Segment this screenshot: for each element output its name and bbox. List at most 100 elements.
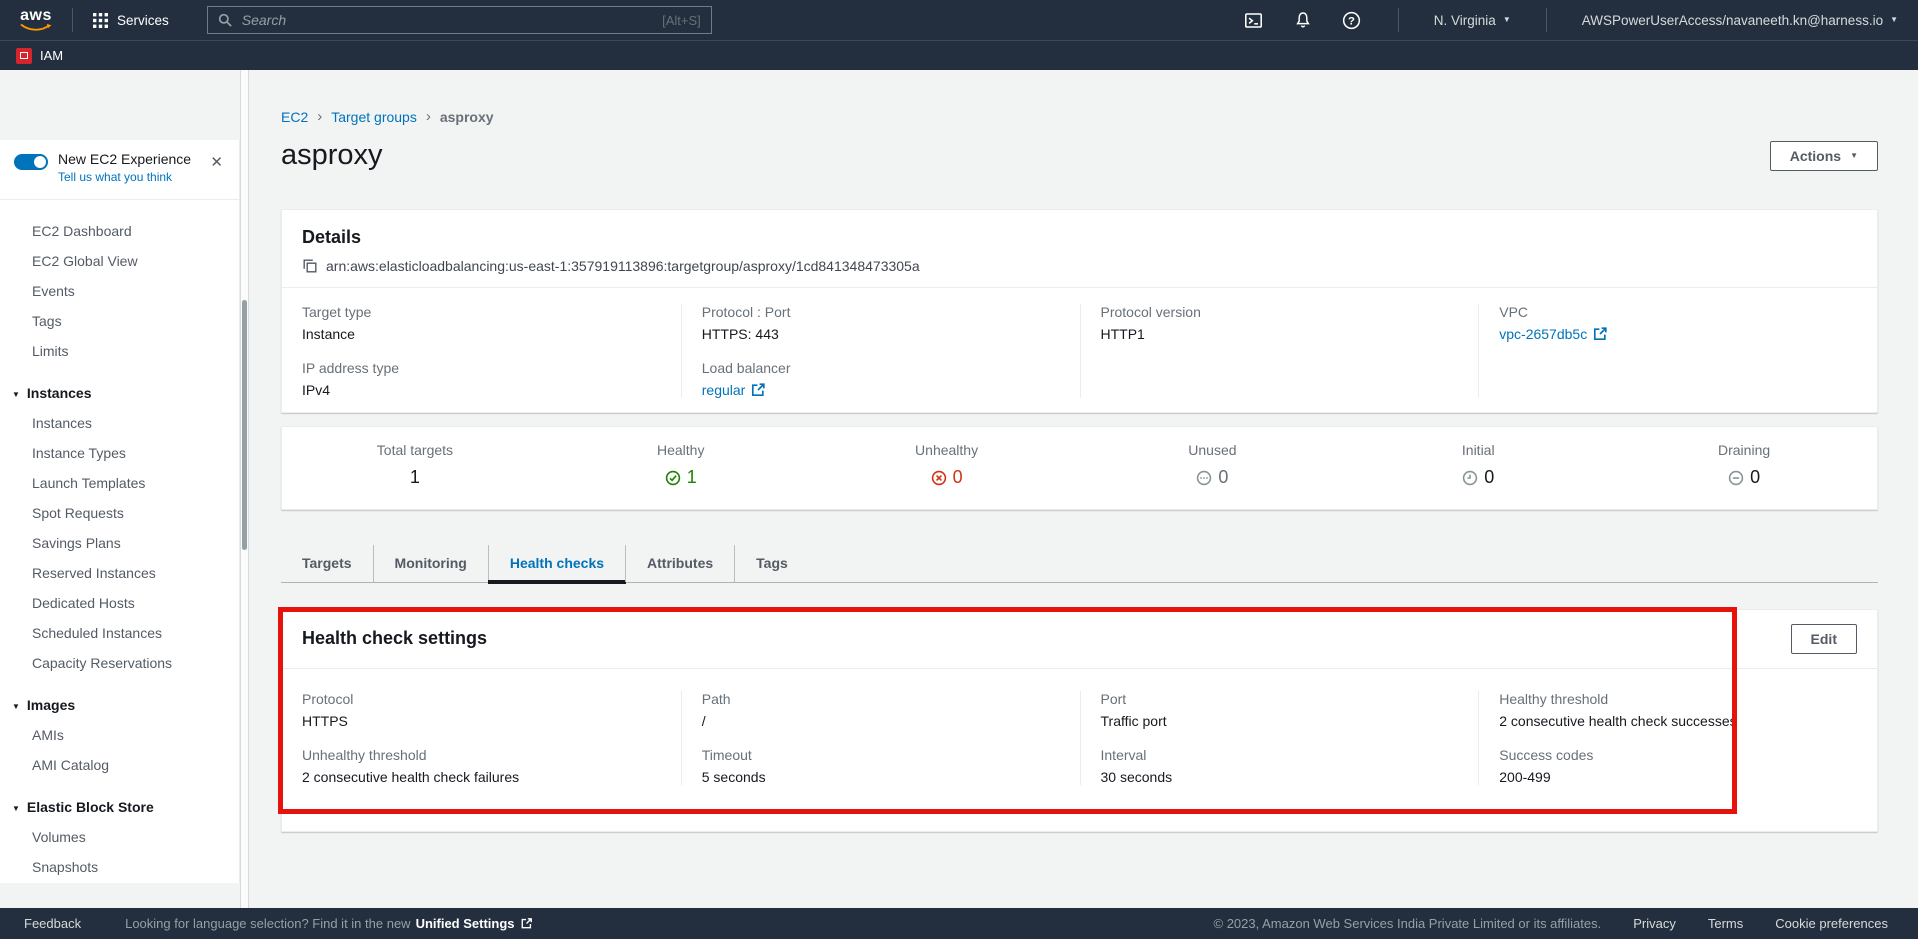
- breadcrumb-current: asproxy: [440, 109, 494, 125]
- field-label: Healthy threshold: [1499, 691, 1857, 707]
- sidebar-item-dedicated-hosts[interactable]: Dedicated Hosts: [0, 588, 239, 618]
- help-button[interactable]: ?: [1335, 7, 1369, 33]
- tab-monitoring[interactable]: Monitoring: [373, 545, 488, 582]
- ellipsis-circle-icon: [1196, 470, 1212, 486]
- hc-path-value: /: [702, 713, 1060, 729]
- sidebar-item-launch-templates[interactable]: Launch Templates: [0, 468, 239, 498]
- clock-icon: [1462, 470, 1478, 486]
- actions-button[interactable]: Actions ▼: [1770, 141, 1878, 171]
- new-experience-toggle[interactable]: [14, 154, 48, 170]
- caret-down-icon: ▼: [1850, 152, 1858, 160]
- tab-health-checks[interactable]: Health checks: [488, 545, 625, 582]
- privacy-link[interactable]: Privacy: [1633, 916, 1676, 931]
- vpc-link[interactable]: vpc-2657db5c: [1499, 326, 1857, 342]
- hc-timeout-value: 5 seconds: [702, 769, 1060, 785]
- cloudshell-icon: [1244, 11, 1263, 30]
- stat-total-targets: Total targets 1: [282, 442, 548, 491]
- hc-port-value: Traffic port: [1101, 713, 1459, 729]
- health-check-settings-card: Health check settings Edit ProtocolHTTPS…: [281, 609, 1878, 832]
- sidebar-item-capacity-reservations[interactable]: Capacity Reservations: [0, 648, 239, 678]
- new-experience-panel: New EC2 Experience Tell us what you thin…: [0, 140, 239, 200]
- sidebar-item-reserved-instances[interactable]: Reserved Instances: [0, 558, 239, 588]
- sidebar-item-savings-plans[interactable]: Savings Plans: [0, 528, 239, 558]
- sidebar-item-volumes[interactable]: Volumes: [0, 822, 239, 852]
- tab-targets[interactable]: Targets: [281, 545, 373, 582]
- field-label: VPC: [1499, 304, 1857, 320]
- favorites-bar: IAM: [0, 40, 1918, 70]
- check-circle-icon: [665, 470, 681, 486]
- bell-icon: [1294, 11, 1312, 29]
- sidebar: New EC2 Experience Tell us what you thin…: [0, 70, 240, 908]
- details-card: Details arn:aws:elasticloadbalancing:us-…: [281, 209, 1878, 413]
- aws-logo[interactable]: aws: [14, 9, 58, 32]
- edit-button[interactable]: Edit: [1791, 624, 1857, 654]
- sidebar-section-images[interactable]: ▼Images: [0, 690, 239, 720]
- field-label: Load balancer: [702, 360, 1060, 376]
- cloudshell-button[interactable]: [1237, 7, 1271, 33]
- stat-draining: Draining 0: [1611, 442, 1877, 491]
- console-footer: Feedback Looking for language selection?…: [0, 908, 1918, 939]
- language-selection-note: Looking for language selection? Find it …: [125, 916, 532, 931]
- region-label: N. Virginia: [1434, 13, 1496, 28]
- caret-down-icon: ▼: [12, 692, 20, 722]
- minus-circle-icon: [1728, 470, 1744, 486]
- tab-tags[interactable]: Tags: [734, 545, 809, 582]
- account-menu[interactable]: AWSPowerUserAccess/navaneeth.kn@harness.…: [1576, 13, 1904, 28]
- new-experience-title: New EC2 Experience: [58, 151, 191, 167]
- breadcrumb-ec2[interactable]: EC2: [281, 109, 308, 125]
- search-input[interactable]: [242, 12, 653, 28]
- caret-down-icon: ▼: [12, 380, 20, 410]
- caret-down-icon: ▼: [1890, 16, 1898, 24]
- tab-bar: Targets Monitoring Health checks Attribu…: [281, 545, 1878, 583]
- breadcrumb-target-groups[interactable]: Target groups: [331, 109, 417, 125]
- sidebar-item-limits[interactable]: Limits: [0, 336, 239, 366]
- sidebar-item-events[interactable]: Events: [0, 276, 239, 306]
- sidebar-item-instance-types[interactable]: Instance Types: [0, 438, 239, 468]
- unified-settings-link[interactable]: Unified Settings: [416, 916, 515, 931]
- sidebar-item-scheduled-instances[interactable]: Scheduled Instances: [0, 618, 239, 648]
- favorite-iam-link[interactable]: IAM: [40, 48, 63, 63]
- topbar-divider: [72, 8, 73, 32]
- tab-attributes[interactable]: Attributes: [625, 545, 734, 582]
- iam-service-icon: [16, 48, 32, 64]
- load-balancer-link[interactable]: regular: [702, 382, 1060, 398]
- aws-console: aws Services [Alt+S] ? N. Virginia: [0, 0, 1918, 939]
- aws-logo-text: aws: [20, 9, 52, 23]
- cookie-preferences-link[interactable]: Cookie preferences: [1775, 916, 1888, 931]
- feedback-link[interactable]: Tell us what you think: [58, 170, 191, 184]
- sidebar-item-ec2-dashboard[interactable]: EC2 Dashboard: [0, 216, 239, 246]
- sidebar-item-ami-catalog[interactable]: AMI Catalog: [0, 750, 239, 780]
- sidebar-item-amis[interactable]: AMIs: [0, 720, 239, 750]
- scrollbar-thumb[interactable]: [242, 300, 247, 550]
- sidebar-section-ebs[interactable]: ▼Elastic Block Store: [0, 792, 239, 822]
- chevron-right-icon: ›: [317, 108, 322, 125]
- ip-address-type-value: IPv4: [302, 382, 661, 398]
- external-link-icon: [520, 917, 533, 930]
- search-shortcut-hint: [Alt+S]: [662, 13, 701, 28]
- sidebar-item-tags[interactable]: Tags: [0, 306, 239, 336]
- services-menu-button[interactable]: Services: [87, 9, 175, 32]
- copy-icon[interactable]: [302, 258, 318, 274]
- sidebar-item-ec2-global-view[interactable]: EC2 Global View: [0, 246, 239, 276]
- close-icon[interactable]: ✕: [206, 151, 227, 199]
- services-grid-icon: [93, 13, 108, 28]
- sidebar-item-spot-requests[interactable]: Spot Requests: [0, 498, 239, 528]
- terms-link[interactable]: Terms: [1708, 916, 1743, 931]
- sidebar-scrollbar[interactable]: [240, 70, 249, 908]
- caret-down-icon: ▼: [12, 794, 20, 824]
- sidebar-item-snapshots[interactable]: Snapshots: [0, 852, 239, 882]
- notifications-button[interactable]: [1286, 7, 1320, 33]
- sidebar-item-instances[interactable]: Instances: [0, 408, 239, 438]
- feedback-button[interactable]: Feedback: [24, 916, 81, 931]
- field-label: Path: [702, 691, 1060, 707]
- details-heading: Details: [302, 227, 1857, 248]
- region-selector[interactable]: N. Virginia ▼: [1428, 13, 1517, 28]
- hc-healthy-threshold-value: 2 consecutive health check successes: [1499, 713, 1857, 729]
- target-group-arn: arn:aws:elasticloadbalancing:us-east-1:3…: [326, 258, 920, 274]
- account-label: AWSPowerUserAccess/navaneeth.kn@harness.…: [1582, 13, 1883, 28]
- external-link-icon: [750, 382, 766, 398]
- sidebar-section-instances[interactable]: ▼Instances: [0, 378, 239, 408]
- svg-text:?: ?: [1348, 15, 1355, 27]
- chevron-right-icon: ›: [426, 108, 431, 125]
- hc-success-codes-value: 200-499: [1499, 769, 1857, 785]
